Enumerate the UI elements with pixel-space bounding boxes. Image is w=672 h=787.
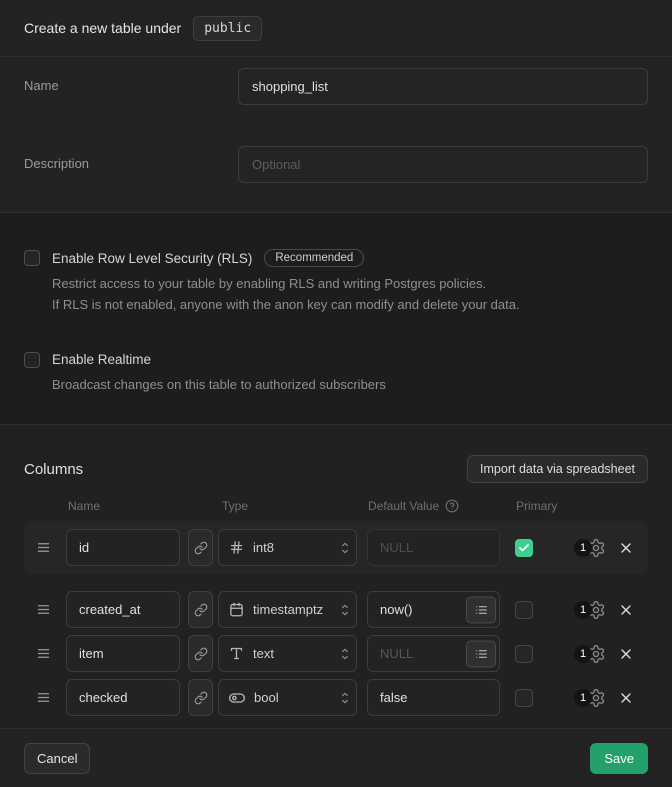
column-type-label: timestamptz xyxy=(253,602,323,617)
columns-section: Columns Import data via spreadsheet Name… xyxy=(0,425,672,729)
columns-list: int8 1 xyxy=(0,521,672,716)
cancel-button[interactable]: Cancel xyxy=(24,743,90,774)
header-name: Name xyxy=(68,499,100,513)
drag-handle-icon[interactable] xyxy=(36,540,52,555)
columns-heading: Columns xyxy=(24,461,83,478)
table-options-section: Enable Row Level Security (RLS) Recommen… xyxy=(0,213,672,425)
column-name-input[interactable] xyxy=(66,635,180,672)
table-description-input[interactable] xyxy=(238,146,648,183)
header-type: Type xyxy=(222,499,248,513)
column-settings-button[interactable]: 1 xyxy=(574,538,606,558)
realtime-description: Broadcast changes on this table to autho… xyxy=(52,374,648,395)
column-type-select[interactable]: bool xyxy=(218,679,357,716)
table-name-input[interactable] xyxy=(238,68,648,105)
rls-label: Enable Row Level Security (RLS) xyxy=(52,251,252,266)
realtime-label: Enable Realtime xyxy=(52,352,151,367)
foreign-key-link-icon[interactable] xyxy=(188,635,213,672)
create-table-dialog: Create a new table under public Name Des… xyxy=(0,0,672,787)
header-default-value: Default Value xyxy=(368,499,459,513)
primary-key-checkbox[interactable] xyxy=(515,689,533,707)
name-label: Name xyxy=(24,68,238,105)
chevron-up-down-icon xyxy=(339,646,351,662)
column-type-label: int8 xyxy=(253,540,274,555)
settings-count-badge: 1 xyxy=(574,539,592,557)
chevron-up-down-icon xyxy=(339,690,351,706)
description-label: Description xyxy=(24,146,238,183)
default-value-input[interactable] xyxy=(367,529,500,566)
column-type-select[interactable]: text xyxy=(218,635,357,672)
remove-column-icon[interactable] xyxy=(618,540,634,556)
primary-key-checkbox[interactable] xyxy=(515,645,533,663)
recommended-badge: Recommended xyxy=(264,249,364,267)
default-suggestions-icon[interactable] xyxy=(466,596,496,623)
dialog-title: Create a new table under xyxy=(24,20,181,36)
rls-checkbox[interactable] xyxy=(24,250,40,266)
default-value-field xyxy=(367,679,500,716)
foreign-key-link-icon[interactable] xyxy=(188,529,213,566)
drag-handle-icon[interactable] xyxy=(36,690,52,705)
help-circle-icon[interactable] xyxy=(445,499,459,513)
dialog-footer: Cancel Save xyxy=(0,729,672,787)
columns-table-header: Name Type Default Value Primary xyxy=(24,499,648,513)
schema-badge: public xyxy=(193,16,262,41)
column-type-label: text xyxy=(253,646,274,661)
column-type-select[interactable]: timestamptz xyxy=(218,591,357,628)
toggle-icon xyxy=(229,690,245,706)
settings-count-badge: 1 xyxy=(574,645,592,663)
default-value-field xyxy=(367,529,500,566)
column-name-input[interactable] xyxy=(66,591,180,628)
column-row: timestamptz 1 xyxy=(24,591,648,628)
drag-handle-icon[interactable] xyxy=(36,646,52,661)
primary-key-checkbox[interactable] xyxy=(515,539,533,557)
column-settings-button[interactable]: 1 xyxy=(574,688,606,708)
import-spreadsheet-button[interactable]: Import data via spreadsheet xyxy=(467,455,648,483)
column-name-input[interactable] xyxy=(66,529,180,566)
column-settings-button[interactable]: 1 xyxy=(574,600,606,620)
table-info-section: Name Description xyxy=(0,57,672,213)
description-row: Description xyxy=(0,146,672,183)
hash-icon xyxy=(229,540,244,555)
drag-handle-icon[interactable] xyxy=(36,602,52,617)
chevron-up-down-icon xyxy=(339,540,351,556)
foreign-key-link-icon[interactable] xyxy=(188,591,213,628)
default-value-input[interactable] xyxy=(367,679,500,716)
name-row: Name xyxy=(0,68,672,105)
chevron-up-down-icon xyxy=(339,602,351,618)
header-primary: Primary xyxy=(516,499,557,513)
default-value-field xyxy=(367,635,500,672)
default-suggestions-icon[interactable] xyxy=(466,640,496,667)
rls-description: Restrict access to your table by enablin… xyxy=(52,273,648,316)
calendar-icon xyxy=(229,602,244,617)
column-row: int8 1 xyxy=(24,521,648,574)
foreign-key-link-icon[interactable] xyxy=(188,679,213,716)
remove-column-icon[interactable] xyxy=(618,602,634,618)
default-value-field xyxy=(367,591,500,628)
remove-column-icon[interactable] xyxy=(618,646,634,662)
settings-count-badge: 1 xyxy=(574,601,592,619)
realtime-block: Enable Realtime Broadcast changes on thi… xyxy=(24,316,648,395)
column-settings-button[interactable]: 1 xyxy=(574,644,606,664)
primary-key-checkbox[interactable] xyxy=(515,601,533,619)
settings-count-badge: 1 xyxy=(574,689,592,707)
save-button[interactable]: Save xyxy=(590,743,648,774)
dialog-header: Create a new table under public xyxy=(0,0,672,57)
remove-column-icon[interactable] xyxy=(618,690,634,706)
text-type-icon xyxy=(229,646,244,661)
realtime-checkbox[interactable] xyxy=(24,352,40,368)
rls-block: Enable Row Level Security (RLS) Recommen… xyxy=(24,213,648,316)
column-row: bool 1 xyxy=(24,679,648,716)
column-name-input[interactable] xyxy=(66,679,180,716)
column-type-select[interactable]: int8 xyxy=(218,529,357,566)
column-type-label: bool xyxy=(254,690,279,705)
column-row: text 1 xyxy=(24,635,648,672)
